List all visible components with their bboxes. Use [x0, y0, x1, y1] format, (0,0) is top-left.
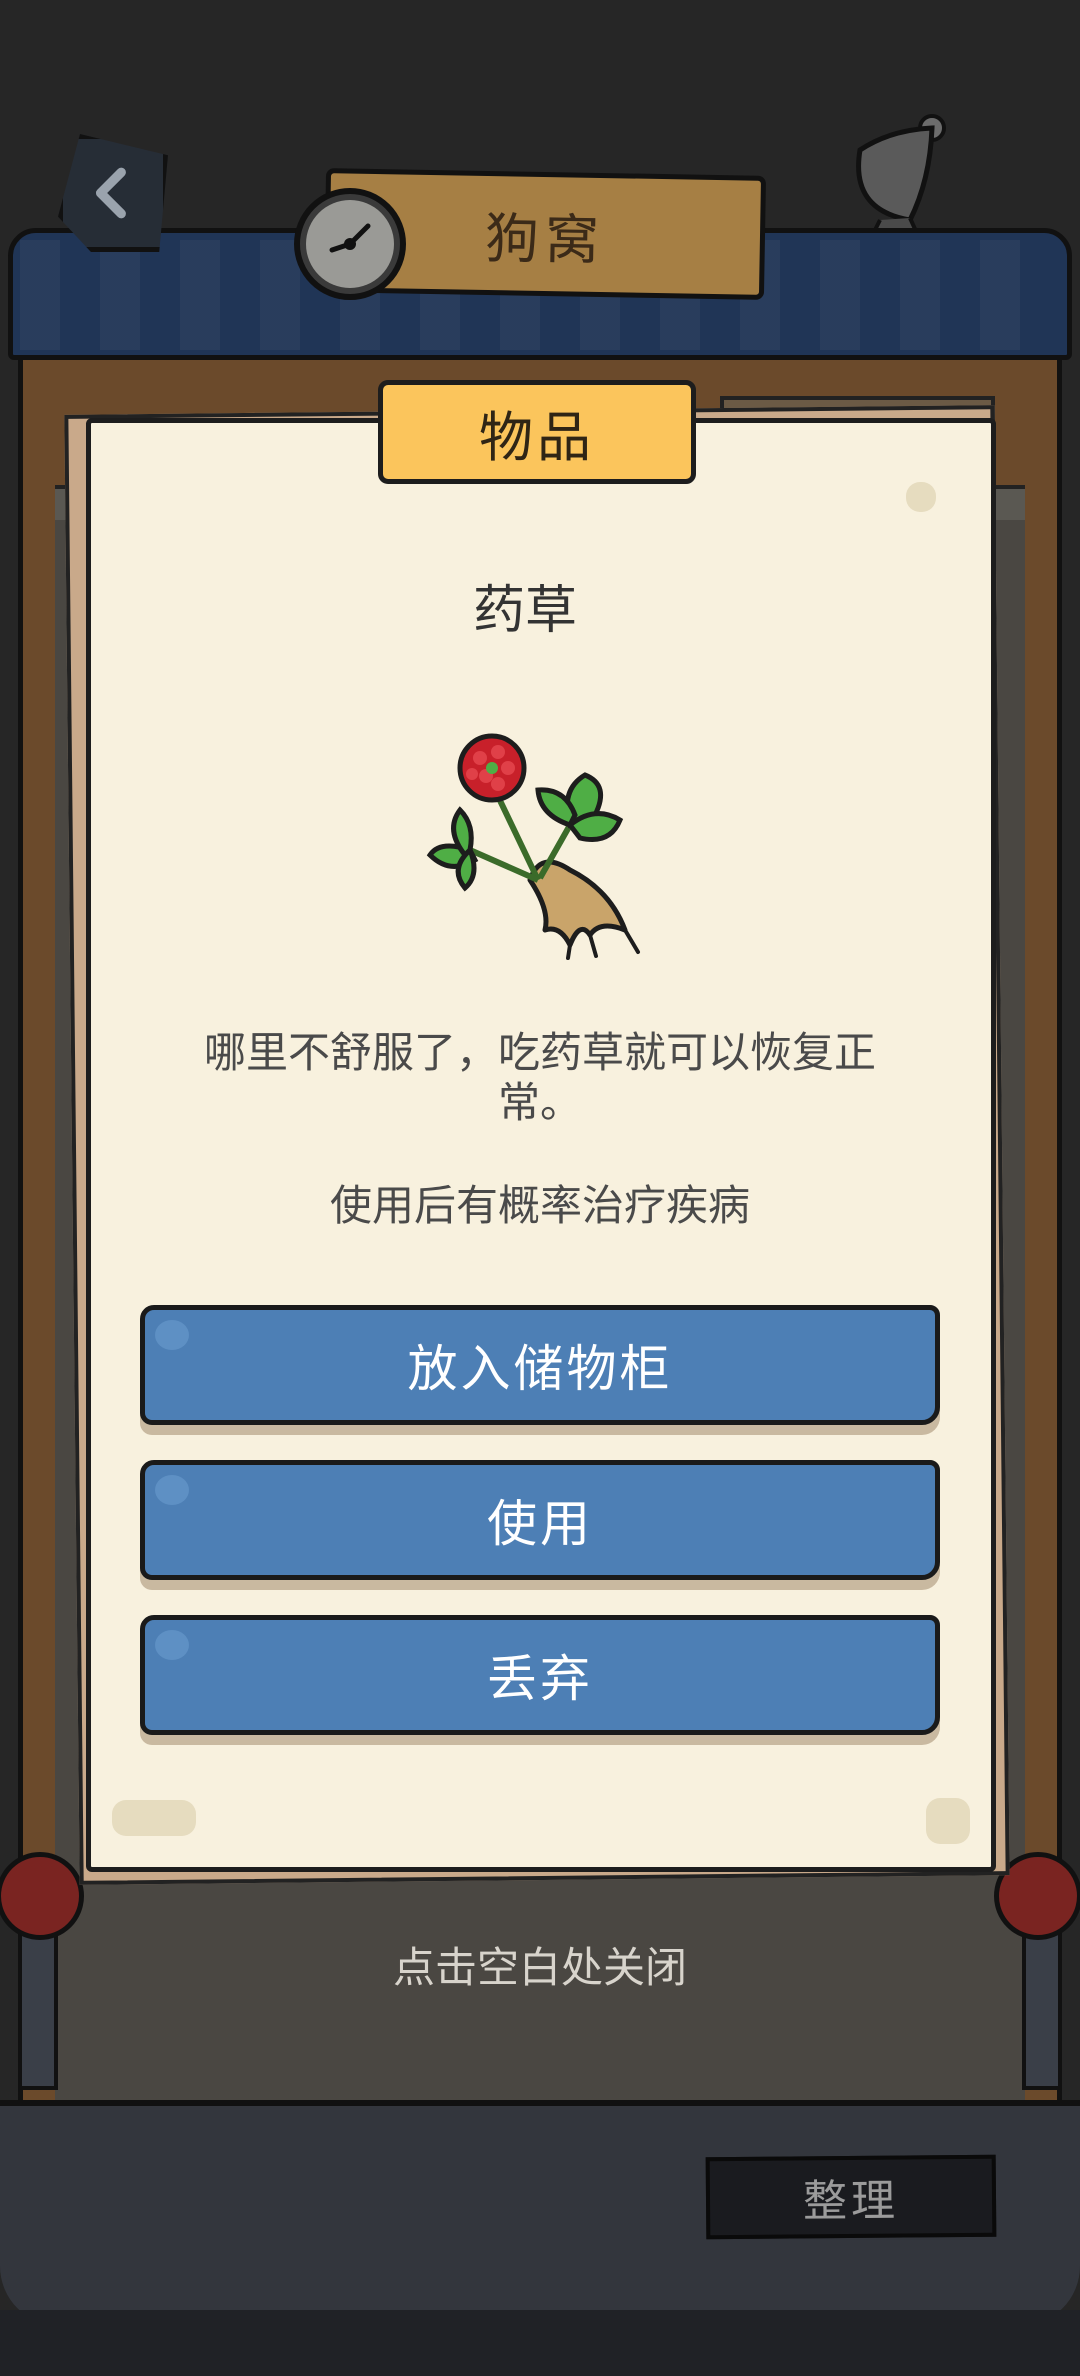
medicinal-herb-icon — [426, 733, 640, 960]
sort-button[interactable]: 整理 — [705, 2154, 997, 2240]
item-description: 哪里不舒服了，吃药草就可以恢复正常。 — [203, 1028, 876, 1127]
button-paint-spot — [155, 1475, 189, 1505]
paper-stain — [112, 1800, 196, 1836]
clock-hands-icon — [329, 223, 371, 253]
button-paint-spot — [155, 1630, 189, 1660]
close-hint[interactable]: 点击空白处关闭 — [0, 1934, 1080, 1995]
store-in-locker-label: 放入储物柜 — [407, 1340, 673, 1398]
page-title: 狗窝 — [484, 206, 606, 272]
use-label: 使用 — [487, 1495, 593, 1553]
sort-label: 整理 — [802, 2175, 900, 2228]
paper-stain — [926, 1798, 970, 1844]
floor-edge — [0, 2310, 1080, 2376]
discard-label: 丢弃 — [487, 1650, 593, 1708]
store-in-locker-button[interactable]: 放入储物柜 — [140, 1305, 940, 1425]
left-knob — [0, 1852, 84, 1940]
paper-stain — [906, 482, 936, 512]
satellite-dish-icon — [856, 114, 946, 240]
dialog-tab: 物品 — [378, 380, 696, 484]
use-button[interactable]: 使用 — [140, 1460, 940, 1580]
button-paint-spot — [155, 1320, 189, 1350]
discard-button[interactable]: 丢弃 — [140, 1615, 940, 1735]
item-effect: 使用后有概率治疗疾病 — [329, 1181, 750, 1230]
dialog-tab-label: 物品 — [479, 405, 595, 469]
item-name: 药草 — [472, 581, 577, 641]
clock-face — [306, 200, 394, 288]
chevron-left-icon — [95, 167, 126, 219]
